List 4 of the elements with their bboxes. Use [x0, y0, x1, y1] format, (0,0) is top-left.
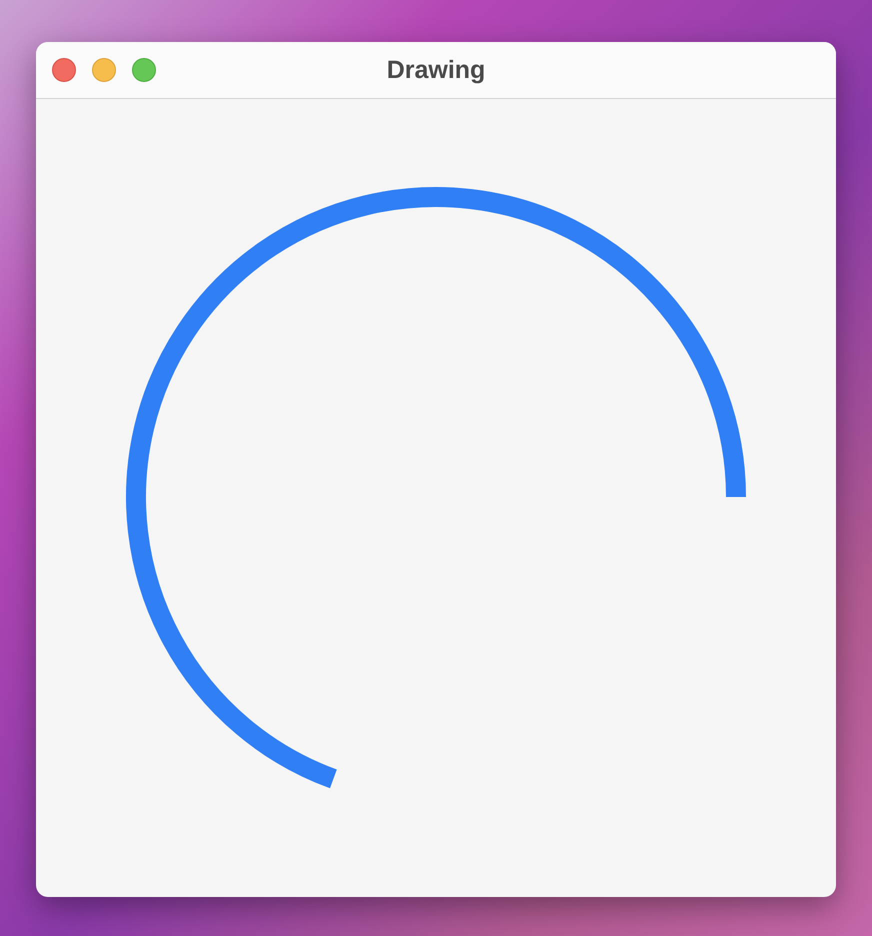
- close-button[interactable]: [52, 58, 76, 82]
- minimize-button[interactable]: [92, 58, 116, 82]
- window-title: Drawing: [386, 56, 486, 84]
- zoom-button[interactable]: [132, 58, 156, 82]
